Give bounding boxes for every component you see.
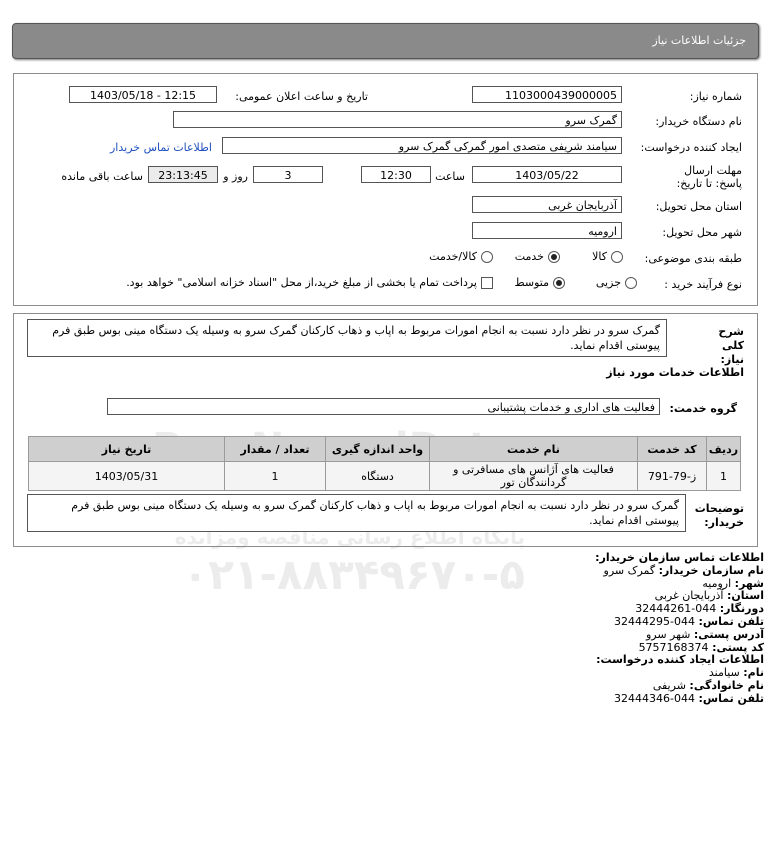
need-info-panel (13, 73, 758, 306)
process-option-minor[interactable]: جزیی (596, 276, 637, 289)
days-field: 3 (253, 166, 323, 183)
table-header-row: ردیف کد خدمت نام خدمت واحد اندازه گیری ت… (28, 436, 741, 462)
description-text: گمرک سرو در نظر دارد نسبت به انجام امورا… (27, 319, 667, 357)
contact-creator-phone: تلفن تماس: 044-32444346 (614, 691, 764, 705)
col-unit-header: واحد اندازه گیری (325, 436, 430, 462)
province-field: آذربایجان غربی (472, 196, 622, 213)
col-date-header: تاریخ نیاز (28, 436, 225, 462)
remaining-time-label: ساعت باقی مانده (61, 170, 143, 183)
cell-date: 1403/05/31 (28, 461, 225, 491)
radio-service[interactable] (548, 251, 560, 263)
deadline-time-label: ساعت (435, 170, 465, 183)
process-option-medium[interactable]: متوسط (514, 276, 565, 289)
city-label: شهر محل تحویل: (662, 226, 742, 239)
treasury-payment-note: پرداخت تمام یا بخشی از مبلغ خرید،از محل … (126, 276, 477, 289)
items-table: ردیف کد خدمت نام خدمت واحد اندازه گیری ت… (28, 436, 741, 491)
contact-info: اطلاعات تماس سازمان خریدار: نام سازمان خ… (595, 551, 764, 706)
remaining-time-field: 23:13:45 (148, 166, 218, 183)
radio-goods[interactable] (611, 251, 623, 263)
category-option-service[interactable]: خدمت (515, 250, 560, 263)
announce-field: 1403/05/18 - 12:15 (69, 86, 217, 103)
services-title: اطلاعات خدمات مورد نیاز (606, 366, 744, 379)
days-label: روز و (223, 170, 248, 183)
cell-unit: دستگاه (325, 461, 430, 491)
watermark-phone: ۰۲۱-۸۸۳۴۹۶۷۰-۵ (182, 550, 525, 599)
cell-name: فعالیت های آژانس های مسافرتی و گردانندگا… (429, 461, 638, 491)
service-group-field: فعالیت های اداری و خدمات پشتیبانی (107, 398, 660, 415)
col-qty-header: تعداد / مقدار (224, 436, 326, 462)
province-label: استان محل تحویل: (655, 200, 742, 213)
category-goods-label: کالا (592, 250, 607, 263)
process-minor-label: جزیی (595, 276, 621, 289)
radio-medium[interactable] (553, 277, 565, 289)
announce-label: تاریخ و ساعت اعلان عمومی: (235, 90, 368, 103)
deadline-time-field: 12:30 (361, 166, 431, 183)
creator-label: ایجاد کننده درخواست: (640, 141, 742, 154)
process-label: نوع فرآیند خرید : (664, 278, 742, 291)
cell-row: 1 (706, 461, 741, 491)
creator-field: سیامند شریفی متصدی امور گمرکی گمرک سرو (222, 137, 622, 154)
col-code-header: کد خدمت (637, 436, 707, 462)
deadline-date-field: 1403/05/22 (472, 166, 622, 183)
need-number-label: شماره نیاز: (689, 90, 742, 103)
radio-minor[interactable] (625, 277, 637, 289)
buyer-label: نام دستگاه خریدار: (655, 115, 742, 128)
buyer-contact-link[interactable]: اطلاعات تماس خریدار (110, 141, 212, 154)
col-row-header: ردیف (706, 436, 741, 462)
treasury-payment-option[interactable]: پرداخت تمام یا بخشی از مبلغ خرید،از محل … (126, 276, 493, 289)
deadline-label: مهلت ارسال پاسخ: تا تاریخ: (676, 164, 742, 190)
buyer-notes-label: توضیحات خریدار: (694, 502, 744, 529)
page-header: جزئیات اطلاعات نیاز (12, 23, 759, 59)
buyer-notes-text: گمرک سرو در نظر دارد نسبت به انجام امورا… (27, 494, 686, 532)
radio-goods-service[interactable] (481, 251, 493, 263)
category-label: طبقه بندی موضوعی: (644, 252, 742, 265)
service-group-label: گروه خدمت: (669, 402, 737, 415)
col-name-header: نام خدمت (429, 436, 638, 462)
category-option-goods-service[interactable]: کالا/خدمت (429, 250, 493, 263)
buyer-field: گمرک سرو (173, 111, 622, 128)
need-number-field: 1103000439000005 (472, 86, 622, 103)
page-title: جزئیات اطلاعات نیاز (652, 34, 746, 47)
category-option-goods[interactable]: کالا (592, 250, 623, 263)
treasury-payment-checkbox[interactable] (481, 277, 493, 289)
category-goods-service-label: کالا/خدمت (429, 250, 477, 263)
cell-qty: 1 (224, 461, 326, 491)
city-field: ارومیه (472, 222, 622, 239)
process-medium-label: متوسط (514, 276, 549, 289)
cell-code: ز-79-791 (637, 461, 707, 491)
description-label: شرح کلی نیاز: (718, 325, 744, 366)
category-service-label: خدمت (514, 250, 544, 263)
table-row: 1 ز-79-791 فعالیت های آژانس های مسافرتی … (28, 461, 741, 491)
